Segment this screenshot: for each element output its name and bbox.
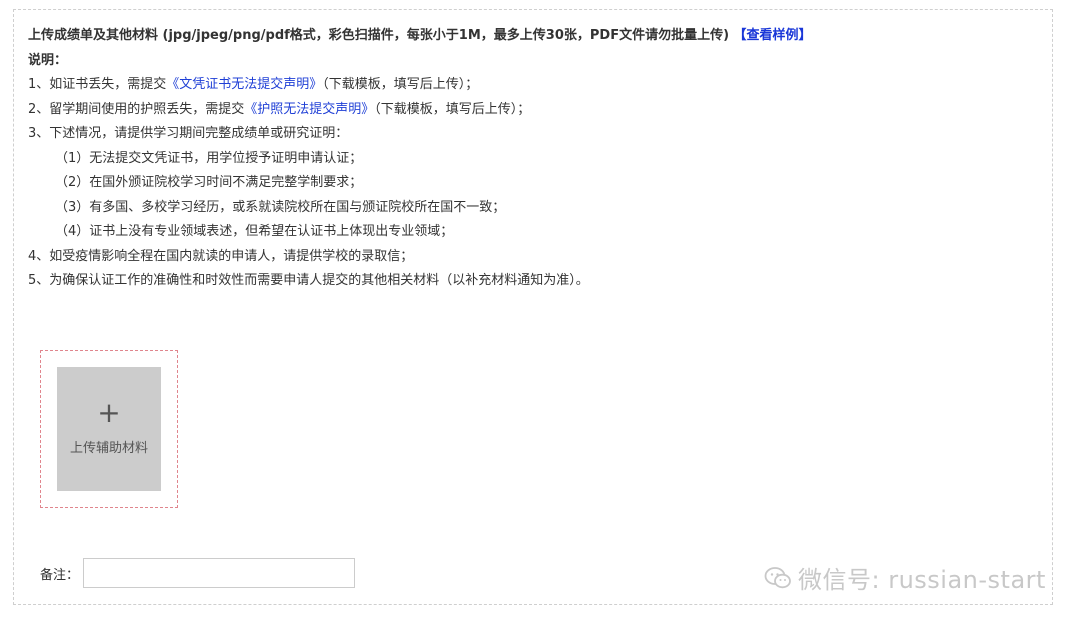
remark-label: 备注： (40, 567, 80, 583)
upload-title: 上传成绩单及其他材料 (jpg/jpeg/png/pdf格式，彩色扫描件，每张小… (28, 24, 812, 49)
remark-row: 备注： (40, 557, 356, 589)
note-item-2-suffix: （下载模板，填写后上传）； (374, 101, 531, 117)
wechat-icon (764, 566, 791, 588)
note-item-1-suffix: （下载模板，填写后上传）； (322, 77, 479, 92)
note-item-4: 4、如受疫情影响全程在国内就读的申请人，请提供学校的录取信； (28, 248, 414, 264)
note-item-1-text: 1、如证书丢失，需提交 (28, 77, 167, 92)
note-sub-2: （2）在国外颁证院校学习时间不满足完整学制要求； (55, 175, 363, 190)
watermark-text: 微信号: russian-start (798, 566, 1046, 594)
note-sub-1: （1）无法提交文凭证书，用学位授予证明申请认证； (55, 150, 363, 166)
note-sub-3: （3）有多国、多校学习经历，或系就读院校所在国与颁证院校所在国不一致； (55, 199, 506, 215)
passport-declaration-link[interactable]: 《护照无法提交声明》 (244, 102, 374, 117)
upload-supporting-materials-button[interactable]: + 上传辅助材料 (57, 367, 161, 491)
diploma-declaration-link[interactable]: 《文凭证书无法提交声明》 (166, 77, 322, 92)
plus-icon: + (97, 396, 121, 429)
view-sample-link[interactable]: 【查看样例】 (734, 28, 812, 43)
note-sub-4: （4）证书上没有专业领域表述，但希望在认证书上体现出专业领域； (55, 224, 454, 239)
note-item-3: 3、下述情况，请提供学习期间完整成绩单或研究证明： (28, 126, 349, 141)
note-item-1: 1、如证书丢失，需提交《文凭证书无法提交声明》（下载模板，填写后上传）； (28, 73, 812, 98)
note-item-2-text: 2、留学期间使用的护照丢失，需提交 (28, 101, 245, 117)
notes-label: 说明： (28, 52, 68, 68)
upload-title-text: 上传成绩单及其他材料 (jpg/jpeg/png/pdf格式，彩色扫描件，每张小… (28, 28, 730, 43)
upload-button-label: 上传辅助材料 (69, 441, 148, 456)
note-item-5: 5、为确保认证工作的准确性和时效性而需要申请人提交的其他相关材料（以补充材料通知… (28, 273, 589, 288)
watermark: 微信号: russian-start (764, 560, 1046, 595)
upload-area: + 上传辅助材料 (40, 350, 178, 508)
remark-input[interactable] (83, 558, 356, 588)
instructions: 上传成绩单及其他材料 (jpg/jpeg/png/pdf格式，彩色扫描件，每张小… (28, 24, 812, 294)
note-item-2: 2、留学期间使用的护照丢失，需提交《护照无法提交声明》（下载模板，填写后上传）； (28, 98, 812, 123)
